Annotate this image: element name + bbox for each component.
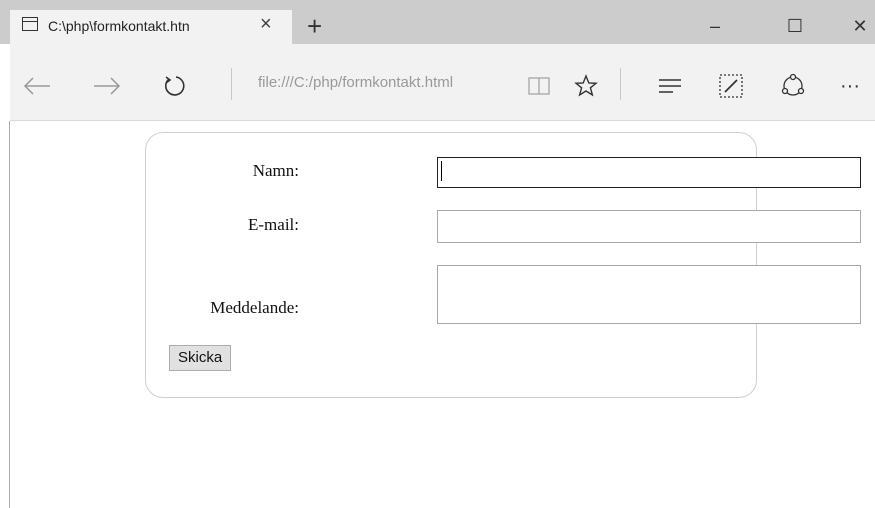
tab-title: C:\php\formkontakt.htn [48, 18, 190, 34]
reading-view-icon[interactable] [528, 76, 550, 96]
back-arrow-icon[interactable] [22, 76, 52, 96]
page-content: Namn: E-mail: Meddelande: Skicka [10, 121, 875, 508]
tab-close-icon[interactable]: × [260, 14, 272, 34]
name-label: Namn: [252, 161, 299, 180]
maximize-button[interactable]: ☐ [780, 16, 810, 36]
more-options-icon[interactable]: ··· [840, 74, 860, 98]
web-note-icon[interactable] [718, 73, 744, 99]
favorite-star-icon[interactable] [574, 74, 598, 98]
browser-tab[interactable]: C:\php\formkontakt.htn × [10, 10, 292, 44]
name-input[interactable] [437, 157, 861, 188]
tab-bar: C:\php\formkontakt.htn × + – ☐ ✕ [0, 0, 875, 44]
text-caret [441, 161, 442, 181]
toolbar-separator [231, 68, 232, 100]
close-window-button[interactable]: ✕ [845, 16, 875, 36]
email-label: E-mail: [248, 215, 299, 234]
contact-form: Namn: E-mail: Meddelande: [145, 132, 861, 398]
forward-arrow-icon[interactable] [92, 76, 122, 96]
message-textarea[interactable] [437, 265, 861, 324]
minimize-button[interactable]: – [700, 16, 730, 36]
new-tab-button[interactable]: + [307, 13, 322, 39]
message-label: Meddelande: [210, 298, 299, 317]
hub-icon[interactable] [658, 76, 682, 96]
email-input[interactable] [437, 210, 861, 243]
refresh-icon[interactable] [162, 74, 186, 98]
share-icon[interactable] [780, 73, 806, 99]
toolbar-separator [620, 68, 621, 100]
submit-button[interactable]: Skicka [169, 345, 232, 371]
browser-toolbar: file:///C:/php/formkontakt.html ··· [10, 44, 875, 121]
page-icon [22, 17, 38, 31]
address-bar[interactable]: file:///C:/php/formkontakt.html [258, 74, 453, 91]
